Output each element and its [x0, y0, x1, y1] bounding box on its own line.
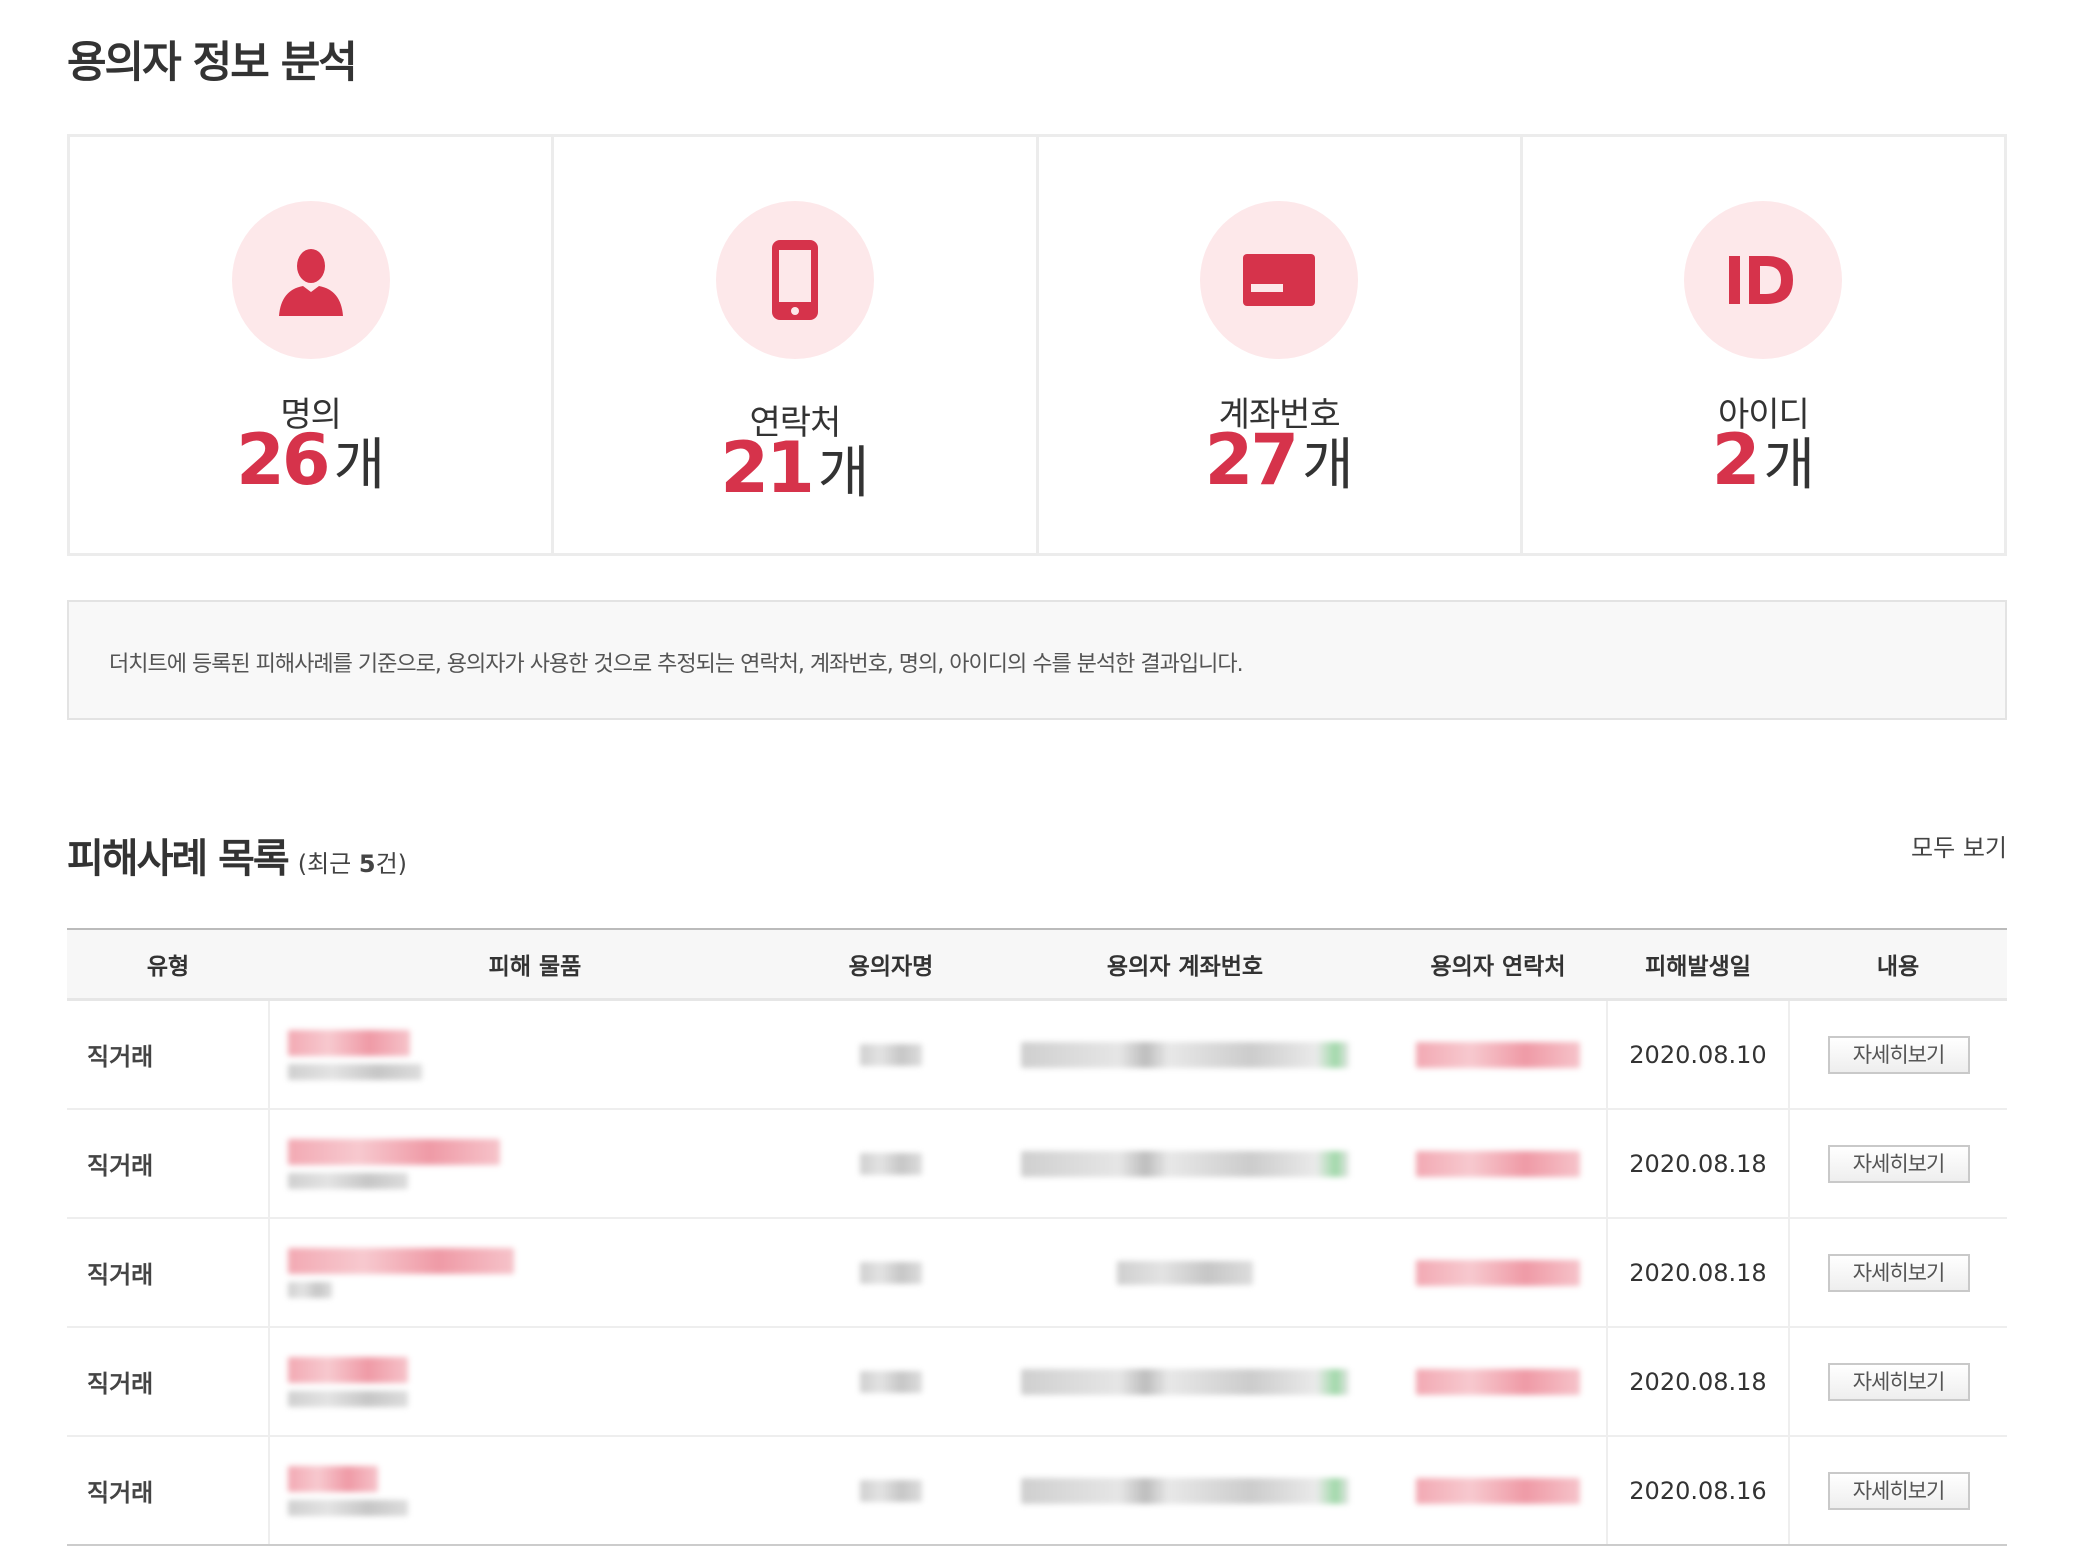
- person-icon: [231, 201, 390, 359]
- stat-id-card: 아이디 2개: [1523, 137, 2004, 553]
- detail-button[interactable]: 자세히보기: [1827, 1471, 1970, 1510]
- detail-button[interactable]: 자세히보기: [1827, 1362, 1970, 1401]
- suspect-name-redacted: [801, 1327, 981, 1437]
- stat-account-card: 계좌번호 27 개: [1039, 137, 1523, 553]
- case-item-redacted: [268, 999, 801, 1110]
- suspect-account-redacted: [981, 1327, 1389, 1437]
- stat-unit: 개: [333, 433, 386, 498]
- stat-name-card: 명의 26 개: [70, 137, 555, 553]
- stat-number: 2: [1711, 419, 1761, 501]
- suspect-contact-redacted: [1389, 1436, 1607, 1546]
- column-header-detail: 내용: [1789, 928, 2007, 1001]
- column-header-suspect-account: 용의자 계좌번호: [981, 928, 1389, 1001]
- stat-number: 26: [236, 419, 330, 501]
- detail-button[interactable]: 자세히보기: [1827, 1035, 1970, 1074]
- case-type: 직거래: [67, 1327, 269, 1437]
- view-all-link[interactable]: 모두 보기: [1911, 828, 2007, 863]
- case-date: 2020.08.18: [1606, 1218, 1790, 1328]
- suspect-account-redacted: [981, 999, 1389, 1110]
- table-row: 직거래 2020.08.16 자세히보기: [67, 1436, 2007, 1546]
- damage-cases-table: 유형 피해 물품 용의자명 용의자 계좌번호 용의자 연락처 피해발생일 내용 …: [67, 928, 2007, 1546]
- case-detail-cell: 자세히보기: [1789, 1327, 2007, 1437]
- list-title-text: 피해사례 목록: [67, 836, 290, 882]
- stat-value: 26 개: [70, 419, 551, 501]
- list-subtitle-suffix: 건): [375, 850, 408, 878]
- stat-value: 2개: [1523, 419, 2004, 501]
- list-subtitle-prefix: (최근: [297, 850, 359, 878]
- page-title: 용의자 정보 분석: [67, 38, 358, 88]
- suspect-contact-redacted: [1389, 1218, 1607, 1328]
- suspect-name-redacted: [801, 1109, 981, 1219]
- id-icon: [1684, 201, 1843, 359]
- case-detail-cell: 자세히보기: [1789, 999, 2007, 1110]
- column-header-date: 피해발생일: [1607, 928, 1789, 1001]
- case-date: 2020.08.18: [1606, 1109, 1790, 1219]
- list-subtitle-count: 5: [358, 850, 376, 878]
- list-subtitle: (최근 5건): [298, 850, 407, 878]
- case-type: 직거래: [67, 999, 269, 1110]
- analysis-notice: 더치트에 등록된 피해사례를 기준으로, 용의자가 사용한 것으로 추정되는 연…: [67, 600, 2007, 720]
- suspect-account-redacted: [981, 1218, 1389, 1328]
- case-date: 2020.08.10: [1606, 999, 1790, 1110]
- stat-unit: 개: [1763, 433, 1815, 498]
- suspect-name-redacted: [801, 1436, 981, 1546]
- case-item-redacted: [268, 1109, 801, 1219]
- stat-number: 21: [720, 427, 814, 509]
- suspect-contact-redacted: [1389, 999, 1607, 1110]
- table-header-row: 유형 피해 물품 용의자명 용의자 계좌번호 용의자 연락처 피해발생일 내용: [67, 928, 2007, 1001]
- detail-button[interactable]: 자세히보기: [1827, 1253, 1970, 1292]
- column-header-type: 유형: [67, 928, 269, 1001]
- column-header-suspect-contact: 용의자 연락처: [1389, 928, 1607, 1001]
- column-header-item: 피해 물품: [269, 928, 801, 1001]
- case-item-redacted: [268, 1436, 801, 1546]
- card-icon: [1200, 201, 1359, 359]
- table-row: 직거래 2020.08.18 자세히보기: [67, 1109, 2007, 1219]
- stat-contact-card: 연락처 21 개: [554, 137, 1039, 553]
- case-type: 직거래: [67, 1109, 269, 1219]
- case-detail-cell: 자세히보기: [1789, 1109, 2007, 1219]
- stat-value: 27 개: [1039, 419, 1520, 501]
- suspect-account-redacted: [981, 1109, 1389, 1219]
- stats-panel: 명의 26 개 연락처 21 개 계좌번호 27 개 아이디 2 개: [67, 134, 2007, 556]
- case-date: 2020.08.18: [1606, 1327, 1790, 1437]
- stat-value: 21 개: [554, 427, 1035, 509]
- table-row: 직거래 2020.08.18 자세히보기: [67, 1218, 2007, 1328]
- case-item-redacted: [268, 1218, 801, 1328]
- stat-number: 27: [1204, 419, 1299, 501]
- case-type: 직거래: [67, 1218, 269, 1328]
- stat-unit: 개: [817, 441, 870, 506]
- case-detail-cell: 자세히보기: [1789, 1218, 2007, 1328]
- stat-unit: 개: [1302, 433, 1354, 498]
- damage-list-title: 피해사례 목록 (최근 5건): [67, 826, 407, 884]
- suspect-contact-redacted: [1389, 1109, 1607, 1219]
- table-row: 직거래 2020.08.18 자세히보기: [67, 1327, 2007, 1437]
- case-detail-cell: 자세히보기: [1789, 1436, 2007, 1546]
- column-header-suspect-name: 용의자명: [801, 928, 981, 1001]
- phone-icon: [715, 201, 874, 359]
- case-type: 직거래: [67, 1436, 269, 1546]
- table-row: 직거래 2020.08.10 자세히보기: [67, 999, 2007, 1110]
- suspect-name-redacted: [801, 999, 981, 1110]
- suspect-name-redacted: [801, 1218, 981, 1328]
- detail-button[interactable]: 자세히보기: [1827, 1144, 1970, 1183]
- case-date: 2020.08.16: [1606, 1436, 1790, 1546]
- case-item-redacted: [268, 1327, 801, 1437]
- suspect-account-redacted: [981, 1436, 1389, 1546]
- suspect-contact-redacted: [1389, 1327, 1607, 1437]
